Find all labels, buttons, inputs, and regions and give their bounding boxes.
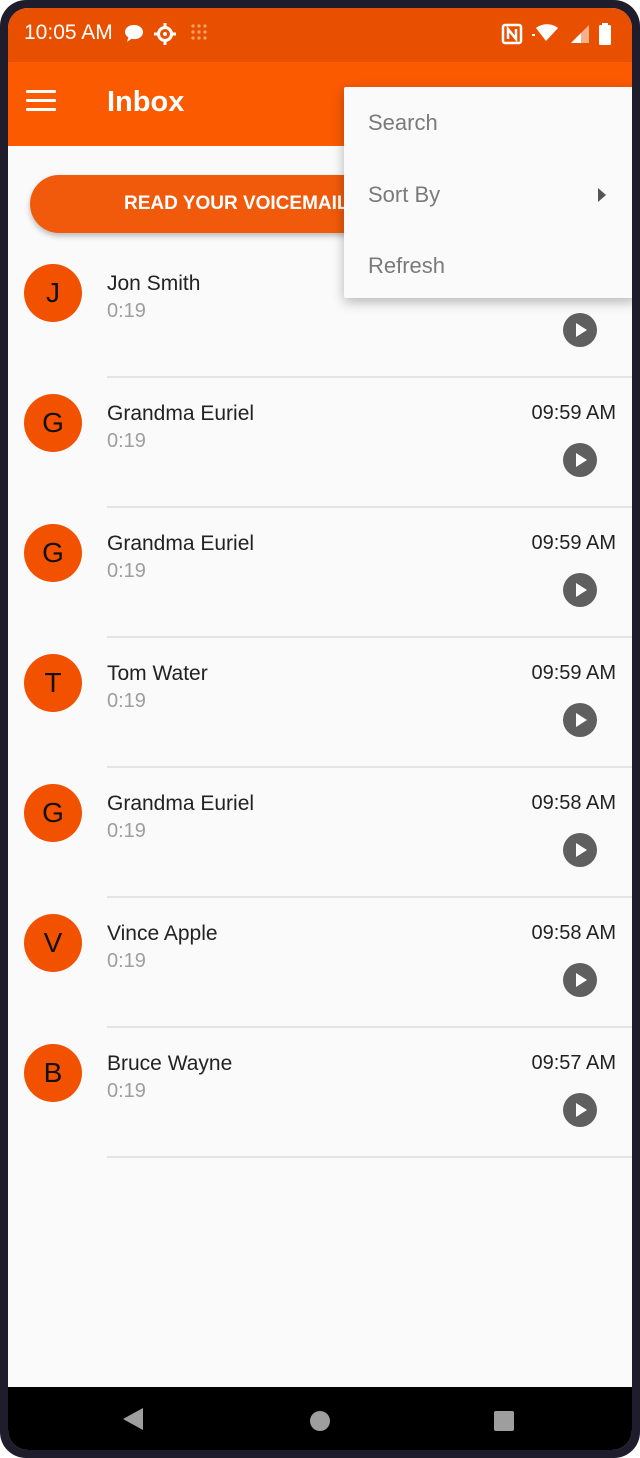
- voicemail-duration: 0:19: [107, 690, 146, 712]
- contact-avatar: G: [24, 524, 82, 582]
- contact-name: Grandma Euriel: [107, 792, 255, 815]
- contact-avatar: G: [24, 784, 82, 842]
- contact-name: Vince Apple: [107, 922, 218, 945]
- voicemail-time: 09:57 AM: [531, 1052, 616, 1074]
- play-icon[interactable]: [563, 313, 597, 347]
- divider: [107, 1156, 632, 1158]
- menu-item-sort-by[interactable]: Sort By: [344, 159, 632, 230]
- battery-icon: [598, 23, 612, 50]
- device-frame: 10:05 AM Inbox READ YOUR VOICEMAILS J Jo…: [0, 0, 640, 1458]
- voicemail-duration: 0:19: [107, 560, 146, 582]
- voicemail-time: 09:58 AM: [531, 922, 616, 944]
- signal-icon: [569, 23, 591, 50]
- menu-item-refresh[interactable]: Refresh: [344, 230, 632, 301]
- menu-item-search[interactable]: Search: [344, 87, 632, 159]
- contact-avatar: B: [24, 1044, 82, 1102]
- status-bar: 10:05 AM: [8, 8, 632, 62]
- overflow-menu: Search Sort By Refresh: [344, 87, 632, 298]
- chat-bubble-icon: [123, 23, 145, 50]
- status-time: 10:05 AM: [24, 21, 113, 44]
- menu-item-label: Search: [368, 110, 438, 135]
- wifi-icon: [532, 23, 564, 50]
- contact-name: Grandma Euriel: [107, 532, 255, 555]
- play-icon[interactable]: [563, 443, 597, 477]
- voicemail-row[interactable]: G Grandma Euriel 0:19 09:58 AM: [8, 768, 632, 898]
- voicemail-row[interactable]: G Grandma Euriel 0:19 09:59 AM: [8, 378, 632, 508]
- contact-name: Tom Water: [107, 662, 208, 685]
- voicemail-row[interactable]: B Bruce Wayne 0:19 09:57 AM: [8, 1028, 632, 1158]
- voicemail-row[interactable]: T Tom Water 0:19 09:59 AM: [8, 638, 632, 768]
- menu-item-label: Sort By: [368, 182, 441, 207]
- play-icon[interactable]: [563, 573, 597, 607]
- voicemail-duration: 0:19: [107, 430, 146, 452]
- voicemail-duration: 0:19: [107, 950, 146, 972]
- voicemail-duration: 0:19: [107, 820, 146, 842]
- home-icon[interactable]: [310, 1411, 330, 1431]
- voicemail-duration: 0:19: [107, 300, 146, 322]
- contact-name: Bruce Wayne: [107, 1052, 233, 1075]
- play-icon[interactable]: [563, 1093, 597, 1127]
- contact-avatar: V: [24, 914, 82, 972]
- voicemail-row[interactable]: V Vince Apple 0:19 09:58 AM: [8, 898, 632, 1028]
- contact-avatar: T: [24, 654, 82, 712]
- recents-icon[interactable]: [494, 1411, 514, 1431]
- hamburger-menu-icon[interactable]: [26, 90, 56, 114]
- contact-name: Grandma Euriel: [107, 402, 255, 425]
- menu-item-label: Refresh: [368, 253, 446, 278]
- navigation-bar: [8, 1387, 632, 1450]
- contact-avatar: J: [24, 264, 82, 322]
- voicemail-time: 09:59 AM: [531, 662, 616, 684]
- voicemail-time: 09:59 AM: [531, 402, 616, 424]
- voicemail-duration: 0:19: [107, 1080, 146, 1102]
- play-icon[interactable]: [563, 833, 597, 867]
- settings-gear-icon: [154, 23, 176, 50]
- voicemail-time: 09:59 AM: [531, 532, 616, 554]
- play-icon[interactable]: [563, 703, 597, 737]
- grid-dots-icon: [190, 23, 208, 46]
- screen: 10:05 AM Inbox READ YOUR VOICEMAILS J Jo…: [8, 8, 632, 1450]
- back-icon[interactable]: [123, 1408, 143, 1430]
- play-icon[interactable]: [563, 963, 597, 997]
- voicemail-time: 09:58 AM: [531, 792, 616, 814]
- contact-avatar: G: [24, 394, 82, 452]
- voicemail-row[interactable]: G Grandma Euriel 0:19 09:59 AM: [8, 508, 632, 638]
- submenu-arrow-icon: [598, 188, 606, 202]
- page-title: Inbox: [107, 86, 185, 118]
- voicemail-list: J Jon Smith 0:19 G Grandma Euriel 0:19 09:59 A…: [8, 248, 632, 1158]
- nfc-icon: [501, 23, 523, 50]
- contact-name: Jon Smith: [107, 272, 201, 295]
